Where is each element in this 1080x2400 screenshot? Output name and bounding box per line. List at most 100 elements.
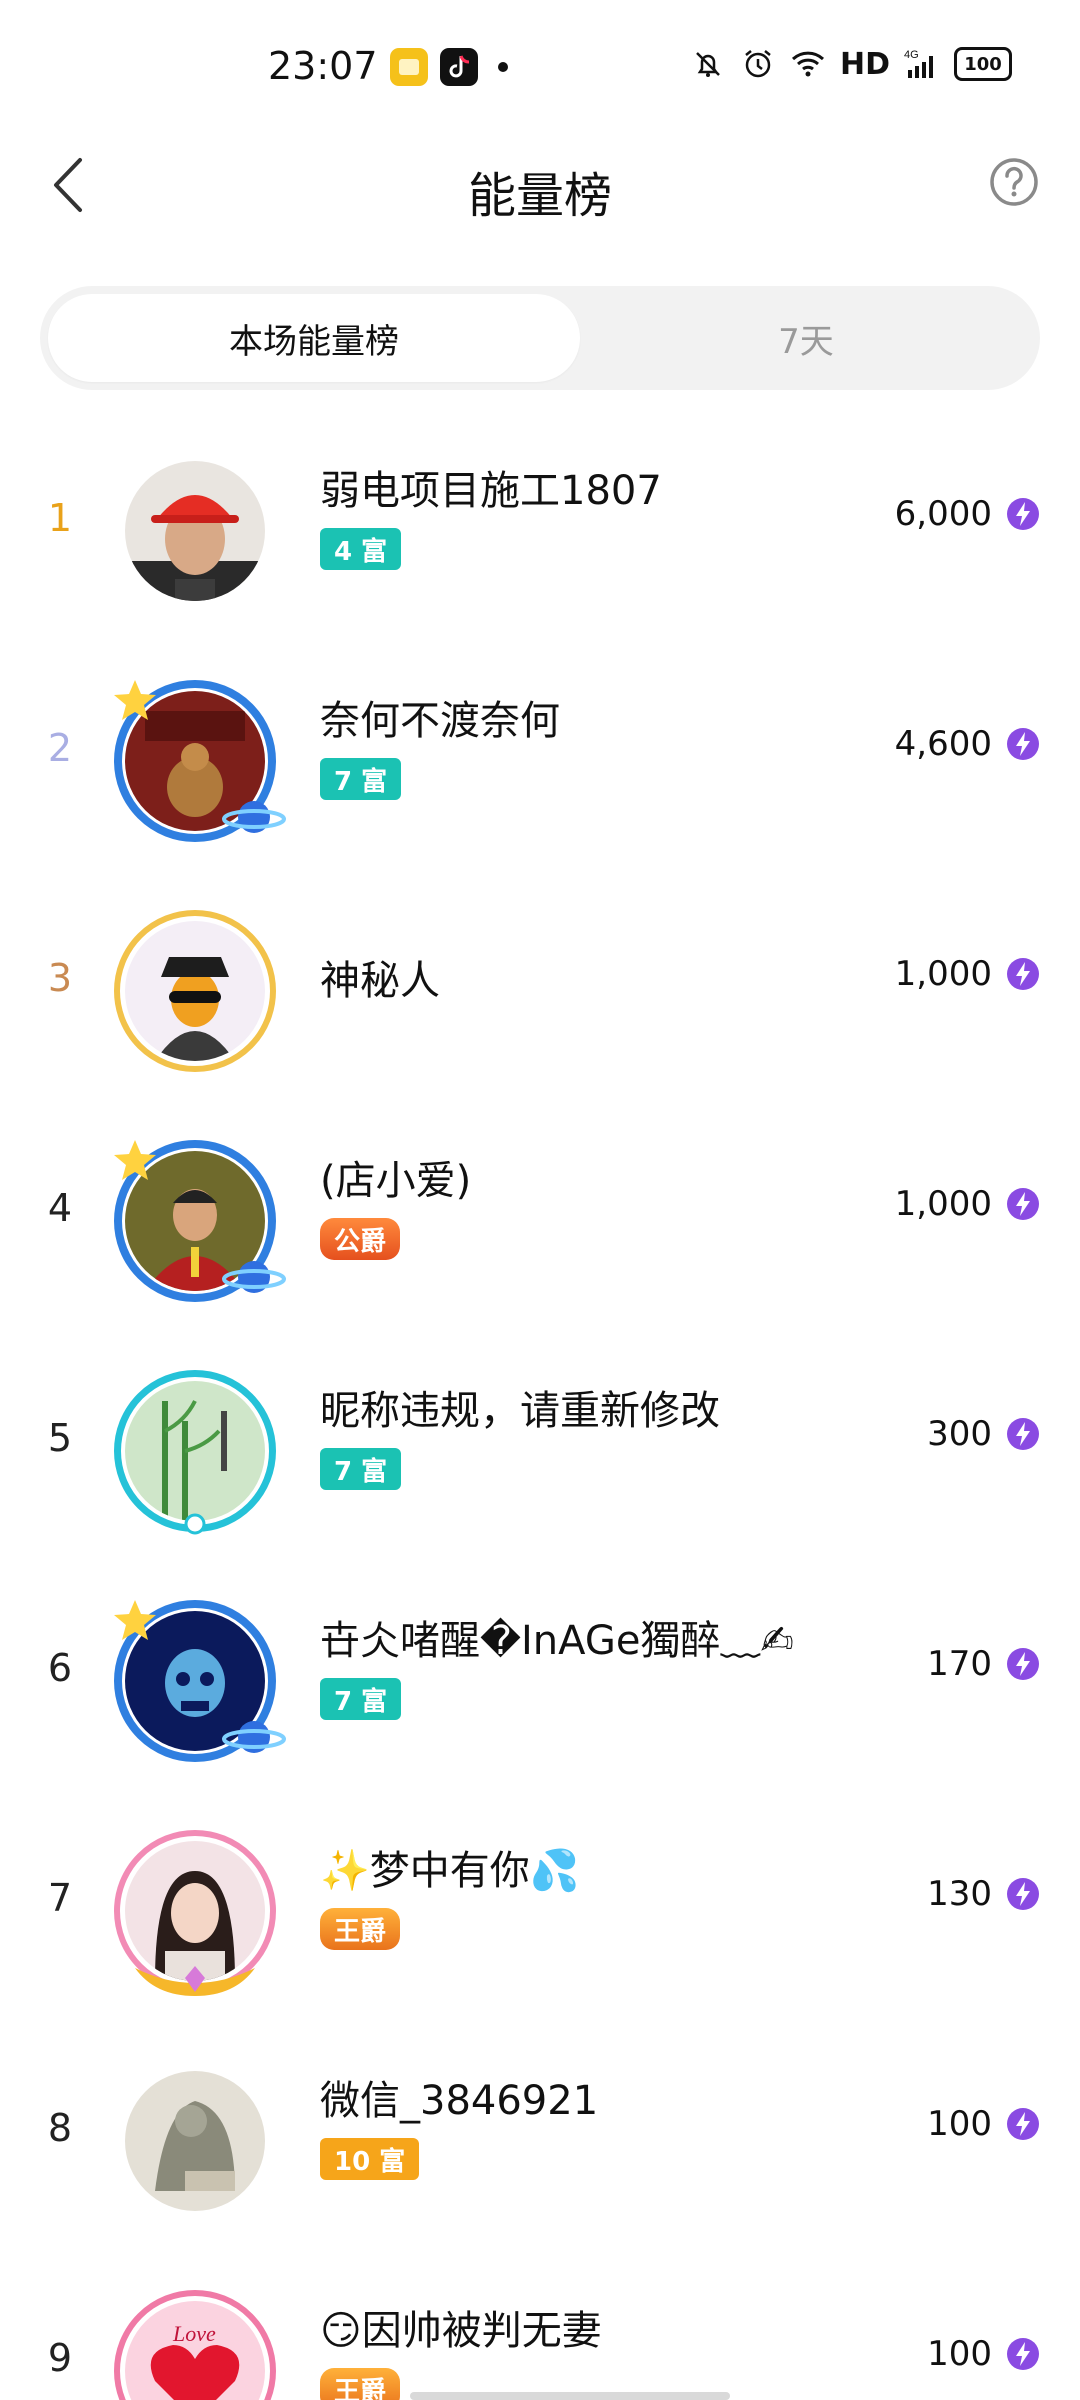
notification-app-icon [390,48,428,86]
avatar[interactable] [110,676,286,846]
list-item[interactable]: 1 弱电项目施工1807 4 富 6,000 [0,406,1080,636]
rank-number: 4 [47,1186,73,1230]
status-icons: HD 4G 100 [690,46,1012,82]
user-name: 弱电项目施工1807 [320,468,662,514]
list-item[interactable]: 4 (店小爱) 公爵 1,000 [0,1096,1080,1326]
energy-score: 4,600 [894,724,992,764]
battery-icon: 100 [954,47,1012,81]
energy-bolt-icon [1007,1648,1039,1680]
rank-number: 1 [47,496,73,540]
energy-score: 6,000 [894,494,992,534]
cellular-signal-icon: 4G [904,49,933,78]
avatar-stone-sculpture [125,2071,265,2211]
energy-score: 130 [927,1874,992,1914]
rank-number: 6 [47,1646,73,1690]
user-name: ✨梦中有你💦 [320,1848,580,1894]
avatar[interactable] [110,1136,286,1306]
energy-score: 100 [927,2334,992,2374]
tab-7-days[interactable]: 7天 [580,294,1032,382]
planet-icon [222,1261,286,1293]
question-circle-icon [990,158,1038,206]
planet-icon [222,1721,286,1753]
energy-score: 300 [927,1414,992,1454]
avatar[interactable] [110,2056,280,2226]
top-bar: 能量榜 [0,130,1080,240]
energy-bolt-icon [1007,1418,1039,1450]
duke-badge: 公爵 [320,1218,401,1260]
pink-frame [114,2290,276,2400]
rank-number: 3 [47,956,73,1000]
energy-bolt-icon [1007,1878,1039,1910]
energy-score: 170 [927,1644,992,1684]
wealth-badge: 7 富 [320,1448,402,1490]
list-item[interactable]: 2 奈何不渡奈何 7 富 4,600 [0,636,1080,866]
energy-bolt-icon [1007,728,1039,760]
rank-number: 2 [47,726,73,770]
help-button[interactable] [988,156,1040,208]
score-group: 4,600 [895,724,1040,764]
wifi-icon [791,51,825,77]
teal-frame [114,1370,276,1532]
score-group: 100 [927,2334,1040,2374]
list-item[interactable]: 8 微信_3846921 10 富 100 [0,2016,1080,2246]
avatar[interactable] [110,1366,280,1536]
star-icon [114,1140,156,1180]
avatar[interactable] [110,1826,280,1996]
notification-dot-icon [498,62,508,72]
wealth-badge: 4 富 [320,528,402,570]
user-name: 微信_3846921 [320,2078,599,2124]
hd-indicator: HD [839,46,890,82]
energy-bolt-icon [1007,498,1039,530]
energy-bolt-icon [1007,1188,1039,1220]
score-group: 1,000 [895,954,1040,994]
king-badge: 王爵 [320,2368,401,2400]
list-item[interactable]: 3 神秘人 1,000 [0,866,1080,1096]
list-item[interactable]: 9 Love 😏因帅被判无妻 王爵 100 [0,2246,1080,2400]
user-name: (店小爱) [320,1158,472,1204]
wealth-badge: 7 富 [320,758,402,800]
score-group: 170 [927,1644,1040,1684]
ranking-tabs: 本场能量榜 7天 [40,286,1040,390]
energy-ranking-page: 23:07 HD 4G 100 能量榜 本场能量榜 7天 1 弱电项目施工180… [0,0,1080,2400]
energy-bolt-icon [1007,958,1039,990]
list-item[interactable]: 7 ✨梦中有你💦 王爵 130 [0,1786,1080,2016]
page-title: 能量榜 [467,168,612,224]
avatar[interactable] [110,1596,286,1766]
rank-number: 7 [47,1876,73,1920]
rank-number: 8 [47,2106,73,2150]
rank-number: 5 [47,1416,73,1460]
avatar[interactable] [110,906,280,1076]
user-name: 😏因帅被判无妻 [320,2308,602,2354]
user-name: 奈何不渡奈何 [320,698,560,744]
user-name: 昵称违规，请重新修改 [320,1388,720,1434]
score-group: 100 [927,2104,1040,2144]
gold-frame [114,910,276,1072]
home-indicator[interactable] [410,2392,730,2400]
planet-icon [222,801,286,833]
king-badge: 王爵 [320,1908,401,1950]
list-item[interactable]: 5 昵称违规，请重新修改 7 富 300 [0,1326,1080,1556]
tiktok-icon [440,48,478,86]
mute-bell-icon [696,52,720,77]
rank-number: 9 [47,2336,73,2380]
list-item[interactable]: 6 卋仌啫醒�InAGe獨醉﹏✍ 7 富 170 [0,1556,1080,1786]
star-icon [114,680,156,720]
wealth-badge: 10 富 [320,2138,420,2180]
score-group: 130 [927,1874,1040,1914]
avatar[interactable] [110,446,280,616]
gem-icon [184,1513,206,1535]
user-name: 神秘人 [320,958,440,1004]
wing-crest-icon [135,1966,255,1996]
avatar[interactable]: Love [110,2286,280,2400]
energy-bolt-icon [1007,2338,1039,2370]
user-name: 卋仌啫醒�InAGe獨醉﹏✍ [320,1618,794,1664]
score-group: 6,000 [895,494,1040,534]
tab-current-session[interactable]: 本场能量榜 [48,294,580,382]
energy-score: 1,000 [894,954,992,994]
alarm-icon [745,50,771,78]
wealth-badge: 7 富 [320,1678,402,1720]
energy-bolt-icon [1007,2108,1039,2140]
status-time: 23:07 [268,44,378,88]
energy-score: 100 [927,2104,992,2144]
avatar-hardhat-man [125,461,265,601]
